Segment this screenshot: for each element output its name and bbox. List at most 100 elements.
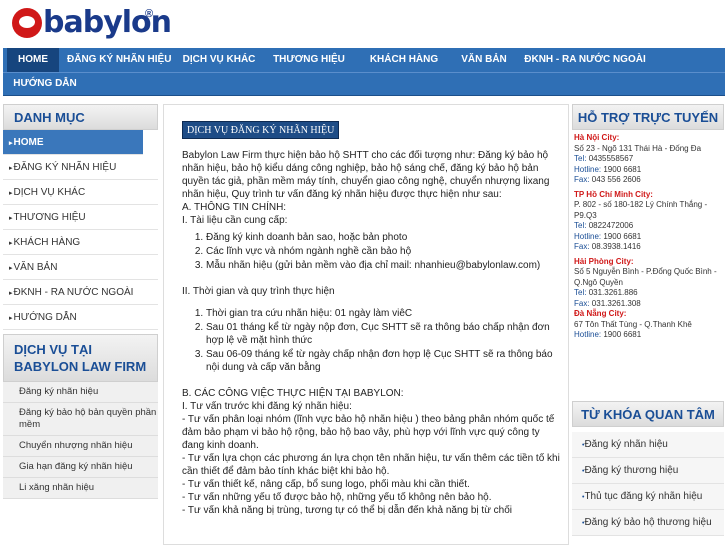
office-danang: Đà Nẵng City: 67 Tôn Thất Tùng - Q.Thanh… <box>574 309 724 341</box>
keyword-item[interactable]: •Đăng ký nhãn hiệu <box>572 432 724 458</box>
fax-label: Fax: <box>574 242 590 251</box>
tel-value: 0435558567 <box>588 154 634 163</box>
tel-label: Tel: <box>574 288 587 297</box>
office-address: P. 802 - số 180-182 Lý Chính Thắng - P9.… <box>574 200 708 220</box>
office-city: Hà Nội City: <box>574 133 620 142</box>
office-tel: Tel: 031.3261.886 <box>574 288 724 299</box>
nav-brand[interactable]: THƯƠNG HIỆU <box>267 48 351 72</box>
category-item-guide[interactable]: ▸HƯỚNG DẪN <box>3 305 158 330</box>
category-item-label: THƯƠNG HIỆU <box>13 212 86 223</box>
hotline-value: 1900 6681 <box>603 164 642 174</box>
timeline-list: Thời gian tra cứu nhãn hiệu: 01 ngày làm… <box>206 307 560 374</box>
service-item-trademark[interactable]: Đăng ký nhãn hiệu <box>3 382 158 403</box>
section-b-heading: B. CÁC CÔNG VIỆC THỰC HIỆN TẠI BABYLON: <box>182 388 404 399</box>
office-fax: Fax: 043 556 2606 <box>574 175 724 186</box>
fax-label: Fax: <box>574 298 590 308</box>
category-item-trademark[interactable]: ▸ĐĂNG KÝ NHÃN HIỆU <box>3 155 158 180</box>
office-hotline: Hotline: 1900 6681 <box>574 232 724 243</box>
consult-line: - Tư vấn phân loại nhóm (lĩnh vực bảo hộ… <box>182 414 555 451</box>
category-menu: ▸HOME ▸ĐĂNG KÝ NHÃN HIỆU ▸DỊCH VỤ KHÁC ▸… <box>3 130 158 330</box>
keyword-list: •Đăng ký nhãn hiệu •Đăng ký thương hiệu … <box>572 432 724 536</box>
office-fax: Fax: 08.3938.1416 <box>574 242 724 253</box>
category-item-label: DỊCH VỤ KHÁC <box>13 187 86 198</box>
support-contacts: Hà Nội City: Số 23 - Ngõ 131 Thái Hà - Đ… <box>572 130 724 341</box>
keyword-item[interactable]: •Thủ tục đăng ký nhãn hiệu <box>572 484 724 510</box>
services-list: Đăng ký nhãn hiệu Đăng ký bảo hộ bản quy… <box>3 382 158 499</box>
subsection-timeline-heading: II. Thời gian và quy trình thực hiện <box>182 286 335 297</box>
fax-value: 043 556 2606 <box>591 175 641 184</box>
bullet-arrow-icon: ▸ <box>9 190 13 197</box>
nav-home[interactable]: HOME <box>7 48 59 72</box>
article-body: Babylon Law Firm thực hiện bảo hộ SHTT c… <box>182 149 560 517</box>
main-nav: HOME ĐĂNG KÝ NHÃN HIỆU DỊCH VỤ KHÁC THƯƠ… <box>3 48 725 96</box>
hotline-value: 1900 6681 <box>603 231 642 241</box>
page-title: DỊCH VỤ ĐĂNG KÝ NHÃN HIỆU <box>182 121 340 139</box>
hotline-value: 1900 6681 <box>603 330 642 339</box>
office-city: Đà Nẵng City: <box>574 309 627 318</box>
service-item-software-copyright[interactable]: Đăng ký bảo hộ bản quyền phần mềm <box>3 403 158 436</box>
nav-guide[interactable]: HƯỚNG DẪN <box>7 72 83 96</box>
office-hotline: Hotline: 1900 6681 <box>574 330 724 341</box>
list-item: Thời gian tra cứu nhãn hiệu: 01 ngày làm… <box>206 307 560 320</box>
bullet-arrow-icon: ▸ <box>9 215 13 222</box>
service-item-transfer[interactable]: Chuyển nhượng nhãn hiệu <box>3 436 158 457</box>
nav-overseas-registration[interactable]: ĐKNH - RA NƯỚC NGOÀI <box>519 48 651 72</box>
service-item-renewal[interactable]: Gia hạn đăng ký nhãn hiệu <box>3 457 158 478</box>
category-item-home[interactable]: ▸HOME <box>3 130 143 155</box>
office-tel: Tel: 0435558567 <box>574 154 724 165</box>
fax-value: 031.3261.308 <box>591 298 641 308</box>
office-hcm: TP Hồ Chí Minh City: P. 802 - số 180-182… <box>574 190 724 253</box>
hotline-label: Hotline: <box>574 231 602 241</box>
subsection-documents-heading: I. Tài liệu cần cung cấp: <box>182 215 288 226</box>
category-item-overseas[interactable]: ▸ĐKNH - RA NƯỚC NGOÀI <box>3 280 158 305</box>
category-item-documents[interactable]: ▸VĂN BẢN <box>3 255 158 280</box>
keyword-item[interactable]: •Đăng ký thương hiệu <box>572 458 724 484</box>
header: babylon ® <box>0 0 727 48</box>
documents-list: Đăng ký kinh doanh bản sao, hoặc bản pho… <box>206 231 560 272</box>
bullet-arrow-icon: ▸ <box>9 265 13 272</box>
nav-trademark-registration[interactable]: ĐĂNG KÝ NHÃN HIỆU <box>67 48 171 72</box>
fax-value: 08.3938.1416 <box>591 242 641 251</box>
category-item-customers[interactable]: ▸KHÁCH HÀNG <box>3 230 158 255</box>
keyword-label: Đăng ký nhãn hiệu <box>584 439 668 450</box>
hotline-label: Hotline: <box>574 164 602 174</box>
category-item-label: HOME <box>13 137 44 148</box>
office-hotline: Hotline: 1900 6681 <box>574 165 724 176</box>
office-fax: Fax: 031.3261.308 <box>574 299 724 310</box>
category-title: DANH MỤC <box>3 104 158 130</box>
subsection-consult-heading: I. Tư vấn trước khi đăng ký nhãn hiệu: <box>182 401 352 412</box>
list-item: Mẫu nhãn hiệu (gửi bản mềm vào địa chỉ m… <box>206 259 560 272</box>
office-city: Hải Phòng City: <box>574 256 634 266</box>
bullet-arrow-icon: ▸ <box>9 315 13 322</box>
tel-label: Tel: <box>574 154 587 163</box>
nav-documents[interactable]: VĂN BẢN <box>457 48 511 72</box>
office-tel: Tel: 0822472006 <box>574 221 724 232</box>
right-sidebar: HỖ TRỢ TRỰC TUYẾN Hà Nội City: Số 23 - N… <box>572 104 724 536</box>
logo-mark-icon <box>12 8 42 38</box>
keyword-label: Thủ tục đăng ký nhãn hiệu <box>584 491 703 502</box>
bullet-arrow-icon: ▸ <box>9 290 13 297</box>
keyword-title: TỪ KHÓA QUAN TÂM <box>572 401 724 427</box>
list-item: Sau 06-09 tháng kể từ ngày chấp nhận đơn… <box>206 348 560 374</box>
bullet-arrow-icon: ▸ <box>9 140 13 147</box>
list-item: Đăng ký kinh doanh bản sao, hoặc bản pho… <box>206 231 560 244</box>
site-logo[interactable]: babylon ® <box>12 8 172 38</box>
keyword-item[interactable]: •Đăng ký bảo hộ thương hiệu <box>572 510 724 536</box>
service-item-license[interactable]: Li xăng nhãn hiệu <box>3 478 158 499</box>
office-hanoi: Hà Nội City: Số 23 - Ngõ 131 Thái Hà - Đ… <box>574 133 724 186</box>
office-haiphong: Hải Phòng City: Số 5 Nguyễn Bình - P.Đổn… <box>574 257 724 310</box>
category-item-other-services[interactable]: ▸DỊCH VỤ KHÁC <box>3 180 158 205</box>
nav-customers[interactable]: KHÁCH HÀNG <box>359 48 449 72</box>
office-address: Số 5 Nguyễn Bình - P.Đổng Quốc Bình - Q.… <box>574 267 717 287</box>
services-title: DỊCH VỤ TẠI BABYLON LAW FIRM <box>3 334 158 382</box>
category-item-label: ĐĂNG KÝ NHÃN HIỆU <box>13 162 117 173</box>
category-item-label: KHÁCH HÀNG <box>13 237 81 248</box>
fax-label: Fax: <box>574 175 590 184</box>
bullet-arrow-icon: ▸ <box>9 240 13 247</box>
section-a-heading: A. THÔNG TIN CHÍNH: <box>182 202 287 213</box>
tel-value: 031.3261.886 <box>588 288 638 297</box>
nav-other-services[interactable]: DỊCH VỤ KHÁC <box>179 48 259 72</box>
category-item-brand[interactable]: ▸THƯƠNG HIỆU <box>3 205 158 230</box>
